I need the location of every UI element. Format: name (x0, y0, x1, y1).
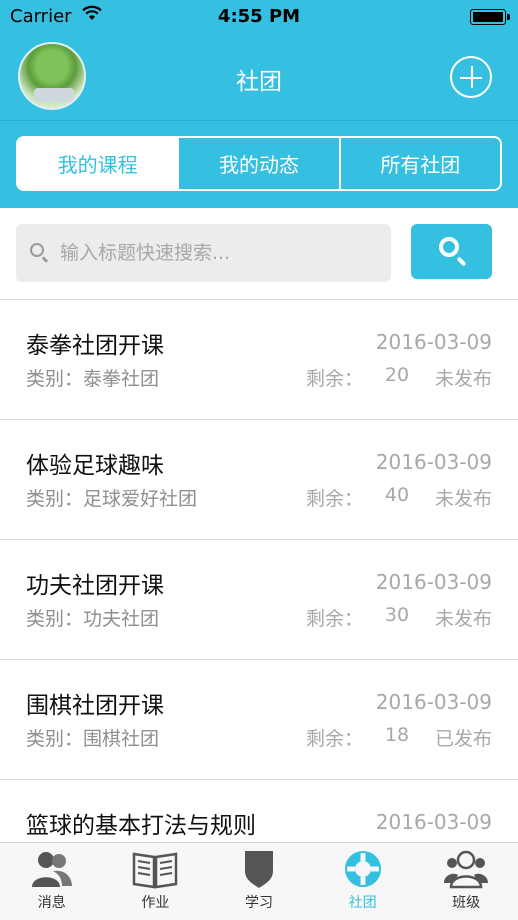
book-icon (132, 849, 178, 889)
publish-status: 未发布 (434, 488, 492, 510)
publish-status: 未发布 (434, 368, 492, 390)
tab-label: 学习 (244, 895, 273, 911)
remaining-prefix: 剩余： (305, 368, 363, 390)
remaining-count: 18 (384, 724, 410, 746)
course-title: 功夫社团开课 (26, 573, 164, 599)
category-value: 足球爱好社团 (83, 488, 198, 510)
category-prefix: 类别： (26, 368, 84, 390)
tab-label: 作业 (141, 895, 170, 911)
tab-clubs[interactable]: 社团 (311, 843, 415, 920)
course-category: 类别：围棋社团 (26, 724, 159, 751)
course-date: 2016-03-09 (375, 810, 492, 834)
segmented-control: 我的课程 我的动态 所有社团 (16, 136, 502, 191)
search-icon (439, 237, 459, 257)
category-value: 围棋社团 (83, 728, 160, 750)
clock: 4:55 PM (217, 6, 301, 27)
category-value: 泰拳社团 (83, 368, 160, 390)
course-remaining: 剩余： 40 未发布 (306, 484, 492, 511)
tab-my-courses[interactable]: 我的课程 (18, 138, 180, 189)
remaining-prefix: 剩余： (305, 488, 363, 510)
publish-status: 已发布 (434, 728, 492, 750)
segment-bar: 我的课程 我的动态 所有社团 (0, 120, 518, 208)
search-icon (30, 243, 44, 257)
tab-label: 社团 (348, 895, 377, 911)
add-button[interactable] (450, 56, 492, 98)
remaining-prefix: 剩余： (305, 728, 363, 750)
remaining-count: 40 (384, 484, 410, 506)
category-prefix: 类别： (26, 728, 84, 750)
people-icon (29, 849, 75, 889)
search-row (0, 208, 518, 300)
course-date: 2016-03-09 (375, 450, 492, 474)
search-button[interactable] (411, 224, 492, 279)
search-box (16, 224, 391, 282)
tab-label: 消息 (37, 895, 66, 911)
remaining-prefix: 剩余： (305, 608, 363, 630)
course-title: 体验足球趣味 (26, 453, 164, 479)
course-date: 2016-03-09 (375, 330, 492, 354)
course-remaining: 剩余： 30 未发布 (306, 604, 492, 631)
page-title: 社团 (236, 69, 282, 95)
category-prefix: 类别： (26, 608, 84, 630)
list-item[interactable]: 泰拳社团开课 2016-03-09 类别：泰拳社团 剩余： 20 未发布 (0, 300, 518, 420)
course-list: 泰拳社团开课 2016-03-09 类别：泰拳社团 剩余： 20 未发布 体验足球趣… (0, 300, 518, 842)
tab-all-clubs[interactable]: 所有社团 (341, 138, 500, 189)
course-category: 类别：功夫社团 (26, 604, 159, 631)
list-item[interactable]: 篮球的基本打法与规则 2016-03-09 (0, 780, 518, 842)
list-item[interactable]: 体验足球趣味 2016-03-09 类别：足球爱好社团 剩余： 40 未发布 (0, 420, 518, 540)
tab-label: 班级 (452, 895, 481, 911)
course-title: 泰拳社团开课 (26, 333, 164, 359)
list-item[interactable]: 功夫社团开课 2016-03-09 类别：功夫社团 剩余： 30 未发布 (0, 540, 518, 660)
list-item[interactable]: 围棋社团开课 2016-03-09 类别：围棋社团 剩余： 18 已发布 (0, 660, 518, 780)
shield-icon (236, 849, 282, 889)
course-remaining: 剩余： 20 未发布 (306, 364, 492, 391)
tab-homework[interactable]: 作业 (104, 843, 208, 920)
tab-class[interactable]: 班级 (414, 843, 518, 920)
category-value: 功夫社团 (83, 608, 160, 630)
battery-icon (470, 9, 510, 25)
tab-my-activity[interactable]: 我的动态 (179, 138, 341, 189)
course-date: 2016-03-09 (375, 690, 492, 714)
tab-bar: 消息 作业 学习 社团 班级 (0, 842, 518, 920)
course-category: 类别：泰拳社团 (26, 364, 159, 391)
nav-bar: 社团 (0, 34, 518, 120)
remaining-count: 20 (384, 364, 410, 386)
remaining-count: 30 (384, 604, 410, 626)
publish-status: 未发布 (434, 608, 492, 630)
search-input[interactable] (60, 224, 380, 282)
status-bar: Carrier 4:55 PM (0, 0, 518, 34)
course-title: 围棋社团开课 (26, 693, 164, 719)
tab-messages[interactable]: 消息 (0, 843, 104, 920)
course-remaining: 剩余： 18 已发布 (306, 724, 492, 751)
category-prefix: 类别： (26, 488, 84, 510)
lifebuoy-icon (340, 849, 386, 889)
group-icon (443, 849, 489, 889)
course-category: 类别：足球爱好社团 (26, 484, 197, 511)
tab-study[interactable]: 学习 (207, 843, 311, 920)
course-date: 2016-03-09 (375, 570, 492, 594)
course-title: 篮球的基本打法与规则 (26, 813, 256, 839)
